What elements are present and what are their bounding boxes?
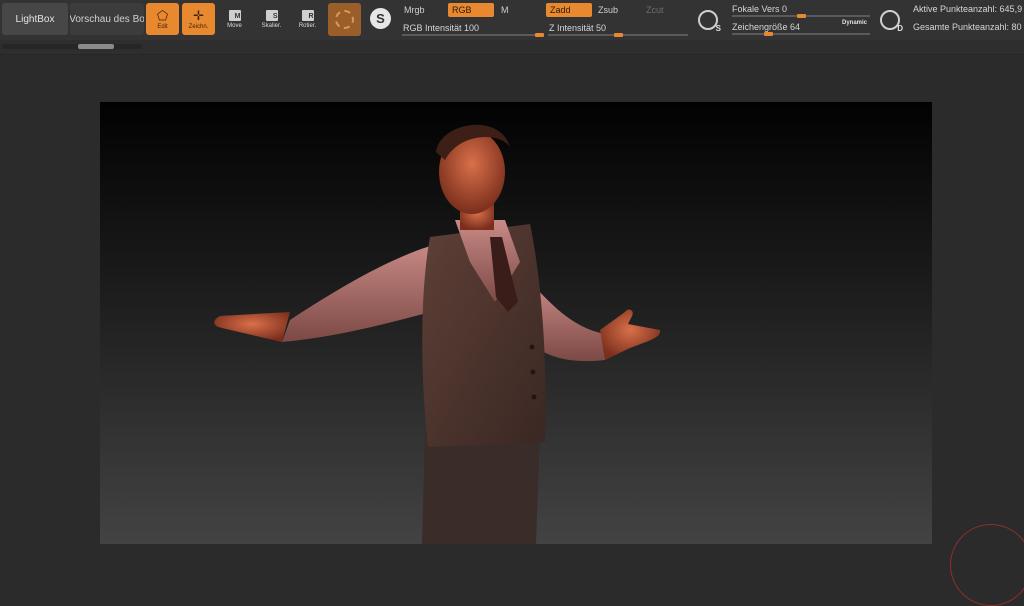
draw-size-label: Zeichengröße 64 bbox=[732, 22, 800, 32]
shelf-scroll-thumb[interactable] bbox=[78, 44, 114, 49]
draw-icon: ✛ bbox=[193, 7, 204, 23]
rotate-label: Rotier. bbox=[298, 22, 317, 29]
draw-label: Zeichn. bbox=[188, 23, 209, 30]
move-label: Move bbox=[227, 22, 242, 29]
active-points-readout: Aktive Punkteanzahl: 645,9 bbox=[913, 4, 1023, 14]
top-toolbar: LightBox Vorschau des Bo ⬠ Edit ✛ Zeichn… bbox=[0, 0, 1024, 40]
scale-label: Skalier. bbox=[261, 22, 282, 29]
draw-size-text: Zeichengröße bbox=[732, 22, 788, 32]
brush-s-icon[interactable]: S bbox=[698, 10, 721, 33]
material-button[interactable] bbox=[328, 3, 361, 36]
m-toggle[interactable]: M bbox=[497, 3, 537, 17]
edit-label: Edit bbox=[157, 23, 168, 30]
document-canvas[interactable] bbox=[100, 102, 932, 544]
draw-size-slider[interactable] bbox=[732, 33, 870, 35]
brush-d-icon[interactable]: D bbox=[880, 10, 903, 33]
sphere-brush-icon[interactable]: S bbox=[370, 8, 391, 29]
focal-value: 0 bbox=[782, 4, 788, 14]
total-points-readout: Gesamte Punkteanzahl: 80 bbox=[913, 22, 1022, 32]
move-button[interactable]: M Move bbox=[218, 3, 251, 35]
scale-key: S bbox=[272, 12, 278, 20]
rotate-button[interactable]: R Rotier. bbox=[291, 3, 324, 35]
brush-d-letter: D bbox=[897, 24, 903, 33]
brush-s-letter: S bbox=[715, 24, 721, 33]
draw-size-knob[interactable] bbox=[764, 32, 774, 36]
move-key: M bbox=[234, 12, 241, 20]
mrgb-toggle[interactable]: Mrgb bbox=[400, 3, 444, 17]
z-intensity-value: 50 bbox=[596, 23, 607, 33]
edit-icon: ⬠ bbox=[156, 7, 169, 23]
rgb-intensity-text: RGB Intensität bbox=[403, 23, 462, 33]
sculpted-figure bbox=[214, 124, 661, 544]
sphere-letter: S bbox=[376, 11, 385, 26]
z-intensity-label: Z Intensität 50 bbox=[549, 23, 606, 33]
rgb-intensity-value: 100 bbox=[464, 23, 480, 33]
draw-button[interactable]: ✛ Zeichn. bbox=[182, 3, 215, 35]
material-icon bbox=[335, 10, 354, 29]
brush-cursor bbox=[950, 524, 1024, 606]
rgb-intensity-label: RGB Intensität 100 bbox=[403, 23, 479, 33]
secondary-bar bbox=[0, 40, 1024, 55]
rgb-intensity-slider[interactable] bbox=[402, 34, 544, 36]
focal-label: Fokale Vers 0 bbox=[732, 4, 787, 14]
scale-button[interactable]: S Skalier. bbox=[255, 3, 288, 35]
shelf-scroll-track[interactable] bbox=[2, 44, 142, 49]
rgb-toggle[interactable]: RGB bbox=[448, 3, 494, 17]
focal-text: Fokale Vers bbox=[732, 4, 780, 14]
move-icon: M bbox=[228, 9, 241, 21]
dynamic-toggle[interactable]: Dynamic bbox=[842, 20, 867, 26]
rotate-key: R bbox=[308, 12, 314, 20]
focal-knob[interactable] bbox=[796, 14, 806, 18]
rotate-icon: R bbox=[301, 9, 314, 21]
edit-button[interactable]: ⬠ Edit bbox=[146, 3, 179, 35]
preview-button[interactable]: Vorschau des Bo bbox=[70, 3, 144, 35]
zcut-toggle[interactable]: Zcut bbox=[642, 3, 686, 17]
z-intensity-text: Z Intensität bbox=[549, 23, 594, 33]
lightbox-button[interactable]: LightBox bbox=[2, 3, 68, 35]
z-intensity-knob[interactable] bbox=[613, 33, 623, 37]
draw-size-value: 64 bbox=[790, 22, 801, 32]
rgb-intensity-knob[interactable] bbox=[535, 33, 544, 37]
scale-icon: S bbox=[265, 9, 278, 21]
zadd-toggle[interactable]: Zadd bbox=[546, 3, 592, 17]
zsub-toggle[interactable]: Zsub bbox=[594, 3, 638, 17]
